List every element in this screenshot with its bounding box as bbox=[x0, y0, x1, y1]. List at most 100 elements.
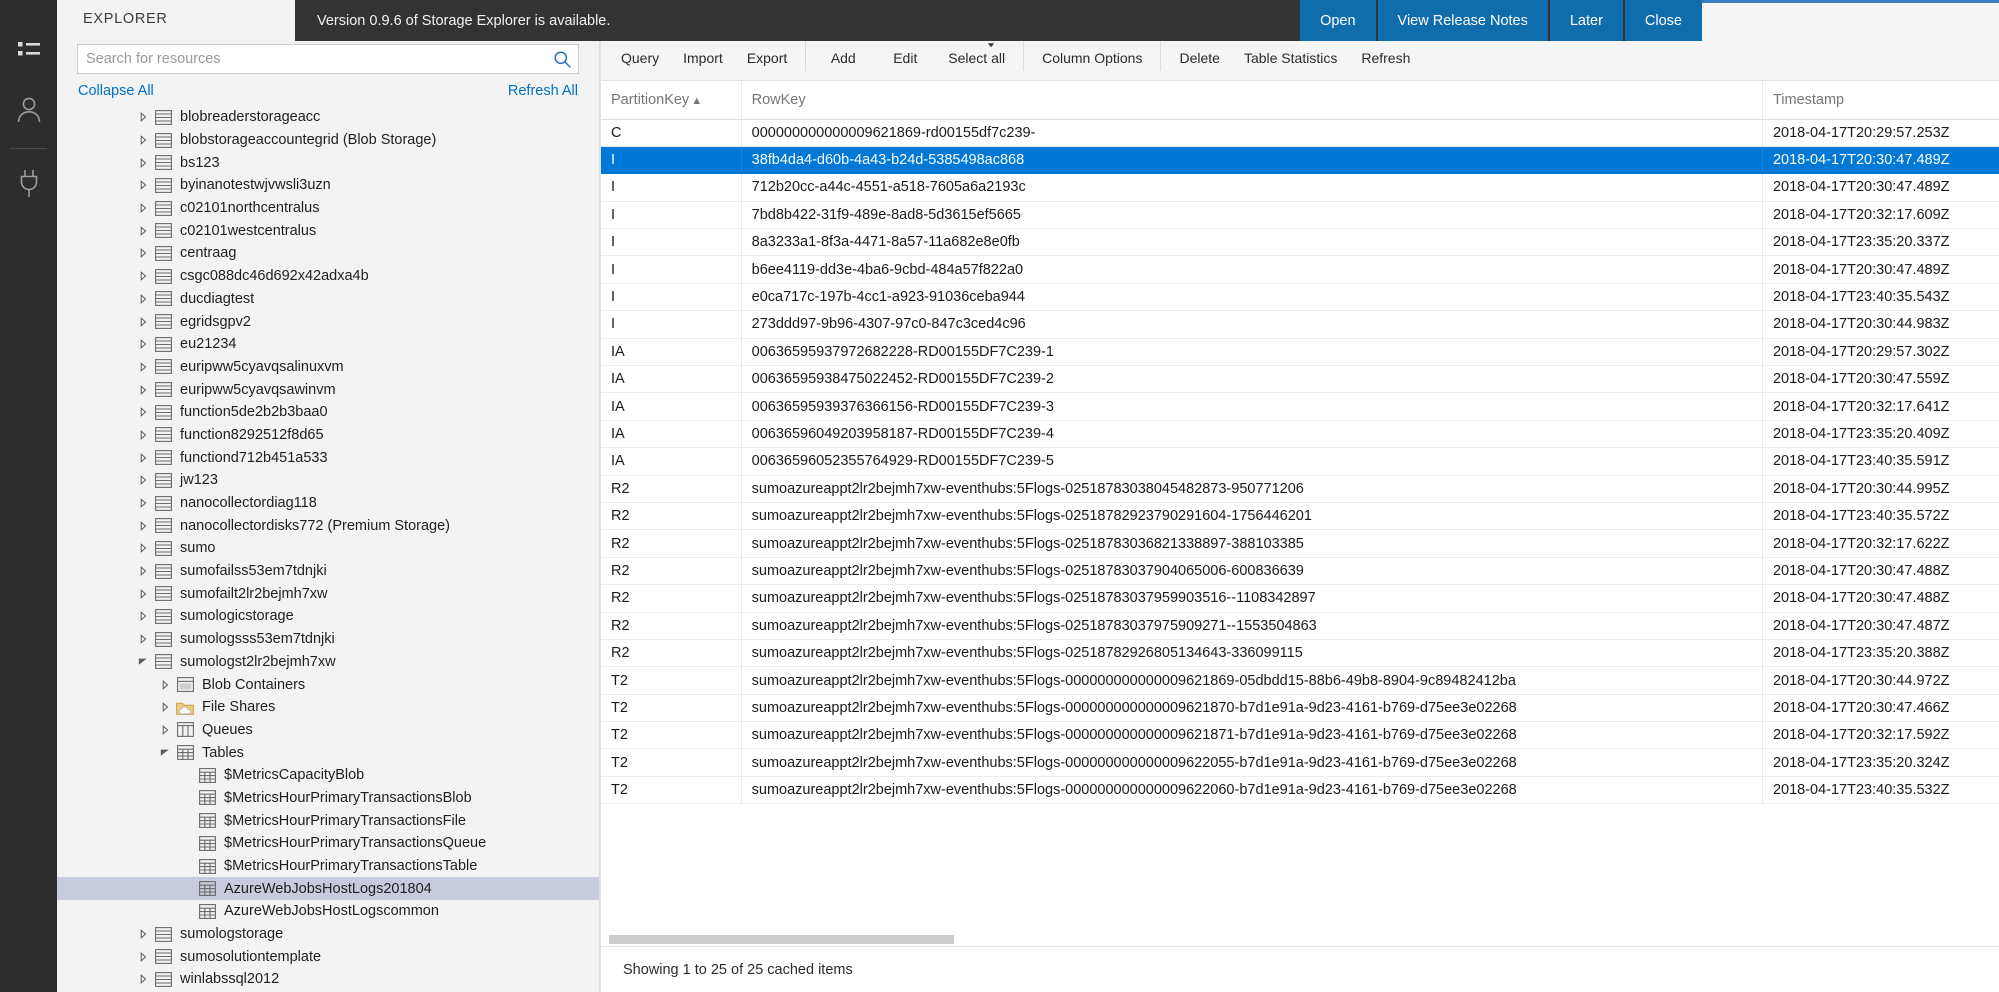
table-row[interactable]: I712b20cc-a44c-4551-a518-7605a6a2193c201… bbox=[601, 174, 1999, 201]
table-body[interactable]: C000000000000009621869-rd00155df7c239-20… bbox=[601, 119, 1999, 804]
cell-timestamp[interactable]: 2018-04-17T20:30:47.489Z bbox=[1762, 174, 1999, 201]
chevron-right-icon[interactable] bbox=[135, 946, 151, 968]
tree-item[interactable]: byinanotestwjvwsli3uzn bbox=[57, 174, 599, 197]
tree-item[interactable]: c02101westcentralus bbox=[57, 219, 599, 242]
chevron-right-icon[interactable] bbox=[135, 492, 151, 514]
cell-timestamp[interactable]: 2018-04-17T23:40:35.591Z bbox=[1762, 448, 1999, 475]
chevron-right-icon[interactable] bbox=[135, 515, 151, 537]
tree-item[interactable]: nanocollectordiag118 bbox=[57, 492, 599, 515]
cell-timestamp[interactable]: 2018-04-17T20:32:17.592Z bbox=[1762, 722, 1999, 749]
tree-item[interactable]: function5de2b2b3baa0 bbox=[57, 401, 599, 424]
tree-item[interactable]: centraag bbox=[57, 242, 599, 265]
cell-timestamp[interactable]: 2018-04-17T20:29:57.302Z bbox=[1762, 338, 1999, 365]
cell-rowkey[interactable]: 273ddd97-9b96-4307-97c0-847c3ced4c96 bbox=[741, 311, 1762, 338]
chevron-right-icon[interactable] bbox=[157, 719, 173, 741]
cell-timestamp[interactable]: 2018-04-17T23:35:20.409Z bbox=[1762, 420, 1999, 447]
cell-partitionkey[interactable]: IA bbox=[601, 366, 741, 393]
cell-rowkey[interactable]: 38fb4da4-d60b-4a43-b24d-5385498ac868 bbox=[741, 146, 1762, 173]
cell-rowkey[interactable]: 00636596052355764929-RD00155DF7C239-5 bbox=[741, 448, 1762, 475]
tree-item[interactable]: Queues bbox=[57, 719, 599, 742]
table-row[interactable]: I38fb4da4-d60b-4a43-b24d-5385498ac868201… bbox=[601, 146, 1999, 173]
table-row[interactable]: R2sumoazureappt2lr2bejmh7xw-eventhubs:5F… bbox=[601, 475, 1999, 502]
tree-item[interactable]: functiond712b451a533 bbox=[57, 446, 599, 469]
table-row[interactable]: Ie0ca717c-197b-4cc1-a923-91036ceba944201… bbox=[601, 283, 1999, 310]
cell-rowkey[interactable]: b6ee4119-dd3e-4ba6-9cbd-484a57f822a0 bbox=[741, 256, 1762, 283]
chevron-right-icon[interactable] bbox=[135, 628, 151, 650]
table-container[interactable]: PartitionKey▲RowKeyTimestampEndTimeStart… bbox=[601, 81, 1999, 946]
tree-item[interactable]: c02101northcentralus bbox=[57, 197, 599, 220]
tree-item[interactable]: AzureWebJobsHostLogs201804 bbox=[57, 877, 599, 900]
tree-item[interactable]: sumologst2lr2bejmh7xw bbox=[57, 651, 599, 674]
cell-partitionkey[interactable]: C bbox=[601, 119, 741, 146]
activity-explorer-button[interactable] bbox=[0, 22, 57, 82]
cell-partitionkey[interactable]: R2 bbox=[601, 557, 741, 584]
cell-partitionkey[interactable]: T2 bbox=[601, 776, 741, 803]
cell-partitionkey[interactable]: T2 bbox=[601, 749, 741, 776]
table-row[interactable]: R2sumoazureappt2lr2bejmh7xw-eventhubs:5F… bbox=[601, 530, 1999, 557]
table-row[interactable]: T2sumoazureappt2lr2bejmh7xw-eventhubs:5F… bbox=[601, 667, 1999, 694]
cell-rowkey[interactable]: sumoazureappt2lr2bejmh7xw-eventhubs:5Flo… bbox=[741, 530, 1762, 557]
cell-timestamp[interactable]: 2018-04-17T20:30:44.995Z bbox=[1762, 475, 1999, 502]
cell-timestamp[interactable]: 2018-04-17T20:30:47.488Z bbox=[1762, 557, 1999, 584]
cell-partitionkey[interactable]: R2 bbox=[601, 502, 741, 529]
column-header-partitionkey[interactable]: PartitionKey▲ bbox=[601, 81, 741, 119]
cell-timestamp[interactable]: 2018-04-17T20:30:47.466Z bbox=[1762, 694, 1999, 721]
collapse-all-link[interactable]: Collapse All bbox=[78, 83, 154, 99]
tree-item[interactable]: sumologicstorage bbox=[57, 605, 599, 628]
tree-item[interactable]: sumofailt2lr2bejmh7xw bbox=[57, 582, 599, 605]
cell-rowkey[interactable]: 00636596049203958187-RD00155DF7C239-4 bbox=[741, 420, 1762, 447]
cell-partitionkey[interactable]: R2 bbox=[601, 639, 741, 666]
tree-item[interactable]: Blob Containers bbox=[57, 673, 599, 696]
chevron-down-icon[interactable] bbox=[157, 742, 173, 764]
table-row[interactable]: IA00636595938475022452-RD00155DF7C239-22… bbox=[601, 366, 1999, 393]
chevron-right-icon[interactable] bbox=[135, 356, 151, 378]
notification-later-button[interactable]: Later bbox=[1550, 0, 1623, 41]
tree-item[interactable]: $MetricsHourPrimaryTransactionsFile bbox=[57, 809, 599, 832]
cell-partitionkey[interactable]: I bbox=[601, 229, 741, 256]
chevron-right-icon[interactable] bbox=[135, 447, 151, 469]
tree-item[interactable]: eu21234 bbox=[57, 333, 599, 356]
tree-item[interactable]: $MetricsHourPrimaryTransactionsQueue bbox=[57, 832, 599, 855]
table-header-row[interactable]: PartitionKey▲RowKeyTimestampEndTimeStart… bbox=[601, 81, 1999, 119]
chevron-right-icon[interactable] bbox=[135, 106, 151, 128]
refresh-all-link[interactable]: Refresh All bbox=[508, 83, 578, 99]
table-row[interactable]: R2sumoazureappt2lr2bejmh7xw-eventhubs:5F… bbox=[601, 639, 1999, 666]
table-row[interactable]: I273ddd97-9b96-4307-97c0-847c3ced4c96201… bbox=[601, 311, 1999, 338]
chevron-right-icon[interactable] bbox=[135, 424, 151, 446]
notification-close-button[interactable]: Close bbox=[1625, 0, 1702, 41]
tree-item[interactable]: blobstorageaccountegrid (Blob Storage) bbox=[57, 129, 599, 152]
horizontal-scroll-thumb[interactable] bbox=[609, 935, 954, 944]
table-row[interactable]: IA00636596052355764929-RD00155DF7C239-52… bbox=[601, 448, 1999, 475]
cell-partitionkey[interactable]: T2 bbox=[601, 667, 741, 694]
cell-timestamp[interactable]: 2018-04-17T20:30:44.972Z bbox=[1762, 667, 1999, 694]
cell-partitionkey[interactable]: T2 bbox=[601, 694, 741, 721]
cell-partitionkey[interactable]: IA bbox=[601, 420, 741, 447]
tree-item[interactable]: AzureWebJobsHostLogscommon bbox=[57, 900, 599, 923]
cell-partitionkey[interactable]: I bbox=[601, 174, 741, 201]
chevron-right-icon[interactable] bbox=[135, 288, 151, 310]
chevron-right-icon[interactable] bbox=[135, 968, 151, 990]
cell-rowkey[interactable]: sumoazureappt2lr2bejmh7xw-eventhubs:5Flo… bbox=[741, 694, 1762, 721]
tree-item[interactable]: nanocollectordisks772 (Premium Storage) bbox=[57, 514, 599, 537]
chevron-right-icon[interactable] bbox=[135, 583, 151, 605]
cell-timestamp[interactable]: 2018-04-17T20:30:47.488Z bbox=[1762, 585, 1999, 612]
tree-item[interactable]: Tables bbox=[57, 741, 599, 764]
table-row[interactable]: IA00636595939376366156-RD00155DF7C239-32… bbox=[601, 393, 1999, 420]
column-header-rowkey[interactable]: RowKey bbox=[741, 81, 1762, 119]
tree-item[interactable]: File Shares bbox=[57, 696, 599, 719]
tree-item[interactable]: $MetricsHourPrimaryTransactionsBlob bbox=[57, 787, 599, 810]
tree-item[interactable]: $MetricsCapacityBlob bbox=[57, 764, 599, 787]
cell-partitionkey[interactable]: IA bbox=[601, 338, 741, 365]
tree-item[interactable]: ducdiagtest bbox=[57, 288, 599, 311]
chevron-right-icon[interactable] bbox=[135, 923, 151, 945]
tree-item[interactable]: sumo bbox=[57, 537, 599, 560]
notification-view-release-notes-button[interactable]: View Release Notes bbox=[1378, 0, 1548, 41]
tree-item[interactable]: egridsgpv2 bbox=[57, 310, 599, 333]
cell-rowkey[interactable]: 8a3233a1-8f3a-4471-8a57-11a682e8e0fb bbox=[741, 229, 1762, 256]
cell-partitionkey[interactable]: R2 bbox=[601, 585, 741, 612]
cell-timestamp[interactable]: 2018-04-17T20:30:47.559Z bbox=[1762, 366, 1999, 393]
table-horizontal-scrollbar[interactable] bbox=[601, 932, 1999, 946]
cell-rowkey[interactable]: sumoazureappt2lr2bejmh7xw-eventhubs:5Flo… bbox=[741, 639, 1762, 666]
tree-item[interactable]: euripww5cyavqsalinuxvm bbox=[57, 356, 599, 379]
activity-account-button[interactable] bbox=[0, 82, 57, 142]
